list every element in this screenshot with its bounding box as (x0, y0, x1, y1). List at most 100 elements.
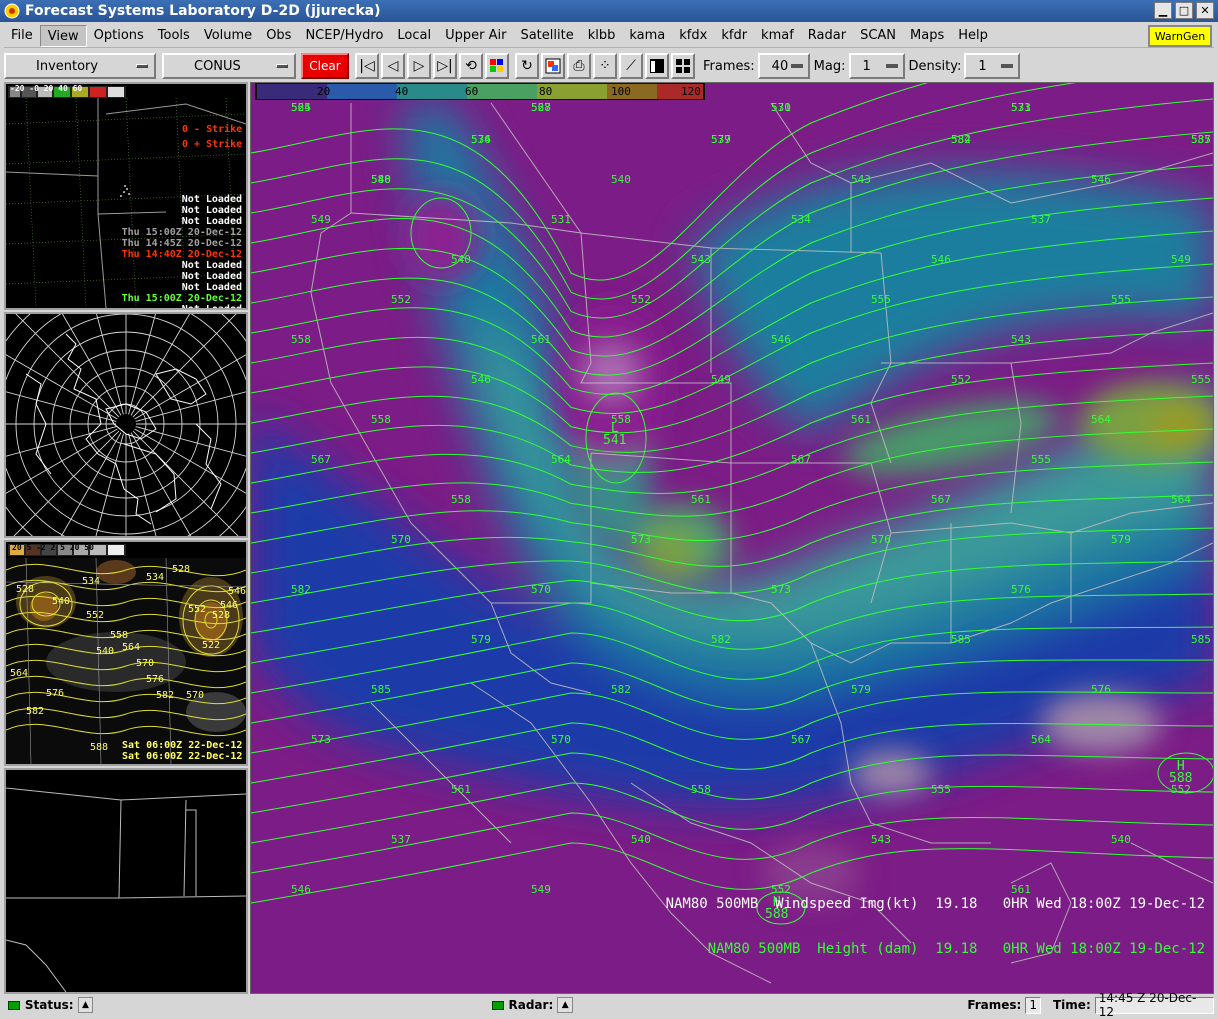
menu-satellite[interactable]: Satellite (513, 25, 580, 47)
contour-label: 540 (1111, 833, 1131, 846)
menu-kama[interactable]: kama (622, 25, 672, 47)
pane1-inventory-list: Not Loaded Not Loaded Not Loaded Thu 15:00Z… (121, 194, 242, 308)
legend-height[interactable]: NAM80 500MB Height (dam) 19.18 0HR Wed 1… (666, 942, 1205, 957)
app-icon (4, 3, 20, 19)
menu-view[interactable]: View (39, 24, 87, 47)
menu-options[interactable]: Options (87, 25, 151, 47)
single-panel-icon (650, 59, 664, 73)
status-led-icon (8, 1000, 20, 1010)
density-dropdown[interactable]: 1 (964, 53, 1021, 79)
contour-label: 582 (611, 683, 631, 696)
contour-label: 540 (451, 253, 471, 266)
refresh-button[interactable]: ↻ (515, 53, 539, 79)
warngen-button[interactable]: WarnGen (1148, 25, 1212, 47)
first-frame-button[interactable]: |◁ (355, 53, 379, 79)
radar-toggle-button[interactable]: ▲ (557, 997, 574, 1013)
maximize-icon: □ (1178, 4, 1190, 17)
baseline-button[interactable]: ⟋ (619, 53, 643, 79)
menu-kfdr[interactable]: kfdr (714, 25, 754, 47)
menu-maps[interactable]: Maps (903, 25, 951, 47)
pane4-map (6, 787, 246, 992)
contour-label: 570 (771, 101, 791, 114)
legend-windspeed[interactable]: NAM80 500MB Windspeed Img(kt) 19.18 0HR … (666, 897, 1205, 912)
scale-dropdown[interactable]: CONUS (162, 53, 296, 79)
up-arrow-icon: ▲ (82, 1000, 89, 1010)
pane3-scale: 20 5 -2 2 5 20 50 (12, 543, 94, 552)
dropdown-arrow-icon (136, 64, 148, 68)
colorbar-label: 120 (681, 85, 701, 98)
side-pane-model-heights[interactable]: 20 5 -2 2 5 20 50 528 534 534 528 546 546 540 5… (4, 540, 248, 766)
inventory-line: Thu 15:00Z 20-Dec-12 (121, 227, 242, 238)
prev-frame-button[interactable]: ◁ (381, 53, 405, 79)
inventory-dropdown[interactable]: Inventory (4, 53, 156, 79)
frames-dropdown[interactable]: 40 (757, 53, 810, 79)
contour-label: 564 (291, 101, 311, 114)
clear-button[interactable]: Clear (301, 53, 349, 79)
mag-dropdown[interactable]: 1 (848, 53, 905, 79)
toolbar: Inventory CONUS Clear |◁ ◁ ▷ ▷| ⟲ ↻ ⎙ ⁘ … (4, 50, 1214, 82)
product-legend: NAM80 500MB Windspeed Img(kt) 19.18 0HR … (666, 867, 1205, 987)
main-map-display[interactable]: 20 40 60 80 100 120 525 528 531 531 534 537 534 537 5… (250, 82, 1214, 994)
strike-legend-item: 0 + Strike (182, 139, 243, 150)
four-panel-button[interactable] (671, 53, 695, 79)
color-table-button[interactable] (485, 53, 509, 79)
maximize-button[interactable]: □ (1175, 2, 1193, 19)
minimize-button[interactable]: ▁ (1154, 2, 1172, 19)
image-combine-button[interactable] (541, 53, 565, 79)
density-value: 1 (978, 58, 987, 74)
side-pane-state-map[interactable] (4, 768, 248, 994)
menu-upper-air[interactable]: Upper Air (438, 25, 513, 47)
status-toggle-button[interactable]: ▲ (77, 997, 94, 1013)
contour-label: 588 (371, 173, 391, 186)
contour-label: 567 (311, 453, 331, 466)
side-pane-northern-hemisphere[interactable] (4, 312, 248, 538)
status-label: Status: (24, 998, 74, 1012)
points-button[interactable]: ⁘ (593, 53, 617, 79)
dropdown-arrow-icon (885, 64, 898, 68)
center-value: 541 (603, 433, 627, 448)
print-button[interactable]: ⎙ (567, 53, 591, 79)
time-value: 14:45 Z 20-Dec-12 (1094, 991, 1214, 1019)
contour-label: 567 (791, 453, 811, 466)
menu-help[interactable]: Help (951, 25, 995, 47)
contour-label: 552 (391, 293, 411, 306)
contour-label: 579 (1111, 533, 1131, 546)
contour-label: 561 (531, 333, 551, 346)
menu-obs[interactable]: Obs (259, 25, 298, 47)
contour-label: 540 (96, 646, 115, 657)
contour-label: 558 (110, 630, 129, 641)
menu-kfdx[interactable]: kfdx (672, 25, 714, 47)
inventory-label: Inventory (36, 58, 99, 74)
contour-label: 576 (46, 688, 65, 699)
contour-label: 540 (611, 173, 631, 186)
side-pane-lightning[interactable]: -20 -0 20 40 60 0 - Strike 0 + Strike Not… (4, 82, 248, 310)
frames-label: Frames: (703, 58, 755, 74)
next-frame-button[interactable]: ▷ (407, 53, 431, 79)
menu-ncep-hydro[interactable]: NCEP/Hydro (298, 25, 390, 47)
menu-local[interactable]: Local (390, 25, 438, 47)
menu-volume[interactable]: Volume (197, 25, 259, 47)
contour-label: 585 (371, 683, 391, 696)
menu-klbb[interactable]: klbb (581, 25, 623, 47)
contour-label: 576 (871, 533, 891, 546)
contour-label: 570 (391, 533, 411, 546)
single-panel-button[interactable] (645, 53, 669, 79)
inventory-line: Not Loaded (181, 271, 242, 282)
loop-button[interactable]: ⟲ (459, 53, 483, 79)
contour-label: 564 (1091, 413, 1111, 426)
menu-file[interactable]: File (4, 25, 40, 47)
dropdown-arrow-icon (1001, 64, 1014, 68)
contour-label: 582 (156, 690, 175, 701)
menu-radar[interactable]: Radar (801, 25, 853, 47)
contour-label: 558 (691, 783, 711, 796)
contour-label: 585 (951, 633, 971, 646)
close-button[interactable]: ✕ (1196, 2, 1214, 19)
last-frame-button[interactable]: ▷| (433, 53, 457, 79)
last-frame-icon: ▷| (437, 58, 453, 74)
pane3-times: Sat 06:00Z 22-Dec-12 Sat 06:00Z 22-Dec-12 (122, 740, 242, 762)
loop-icon: ⟲ (465, 58, 477, 74)
contour-label: 546 (228, 586, 247, 597)
menu-tools[interactable]: Tools (151, 25, 197, 47)
menu-kmaf[interactable]: kmaf (754, 25, 801, 47)
menu-scan[interactable]: SCAN (853, 25, 903, 47)
